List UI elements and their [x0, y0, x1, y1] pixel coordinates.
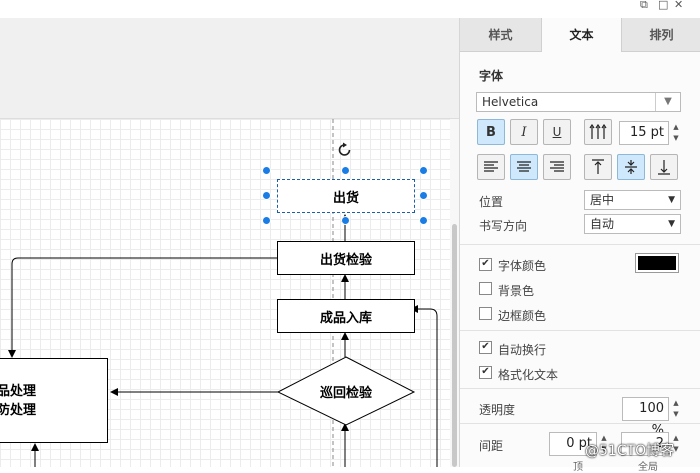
- bold-button[interactable]: B: [477, 119, 505, 145]
- align-middle-button[interactable]: [617, 154, 645, 180]
- restore-window-icon[interactable]: ⧉: [640, 0, 648, 10]
- tab-text[interactable]: 文本: [541, 18, 622, 52]
- font-family-dropdown-icon[interactable]: ▼: [655, 93, 680, 111]
- font-color-swatch[interactable]: [635, 253, 679, 273]
- font-color-swatch-fill: [638, 256, 676, 270]
- border-color-label: 边框颜色: [498, 309, 547, 323]
- stepper-up-icon[interactable]: ▲: [670, 398, 682, 409]
- node-shipping-inspection-label: 出货检验: [319, 252, 372, 268]
- underline-icon: U: [552, 125, 562, 139]
- opacity-stepper[interactable]: ▲ ▼: [670, 398, 682, 420]
- font-size-stepper[interactable]: ▲ ▼: [670, 122, 682, 144]
- align-bottom-icon: [658, 160, 670, 175]
- resize-handle-ne[interactable]: [419, 166, 428, 175]
- stepper-down-icon[interactable]: ▼: [670, 409, 682, 420]
- node-left-process[interactable]: 品处理 防处理: [0, 358, 108, 443]
- align-top-button[interactable]: [584, 154, 612, 180]
- italic-button[interactable]: I: [510, 119, 538, 145]
- writing-direction-label: 书写方向: [479, 219, 528, 233]
- align-right-button[interactable]: [543, 154, 571, 180]
- bold-icon: B: [486, 124, 496, 140]
- spacing-label: 间距: [479, 439, 504, 453]
- canvas-header-area: [0, 18, 459, 119]
- formatted-text-label: 格式化文本: [498, 368, 559, 382]
- align-center-icon: [517, 161, 531, 172]
- tab-arrange[interactable]: 排列: [622, 18, 700, 52]
- section-divider: [460, 388, 700, 389]
- format-tabs: 样式 文本 排列: [460, 18, 700, 52]
- resize-handle-n[interactable]: [341, 166, 350, 175]
- close-window-icon[interactable]: ✕: [674, 0, 683, 10]
- align-top-icon: [592, 159, 604, 174]
- align-right-icon: [550, 161, 564, 172]
- resize-handle-sw[interactable]: [262, 216, 271, 225]
- node-shipping[interactable]: 出货: [277, 179, 415, 213]
- section-divider: [460, 330, 700, 331]
- opacity-input[interactable]: 100 %: [622, 397, 669, 438]
- align-left-icon: [484, 161, 498, 172]
- font-color-checkbox[interactable]: ✔: [479, 258, 492, 271]
- tab-style[interactable]: 样式: [460, 18, 541, 52]
- section-divider: [460, 423, 700, 424]
- canvas-scrollbar[interactable]: [450, 119, 459, 467]
- node-shipping-inspection[interactable]: 出货检验: [277, 241, 415, 275]
- align-left-button[interactable]: [477, 154, 505, 180]
- align-center-button[interactable]: [510, 154, 538, 180]
- section-divider: [460, 244, 700, 245]
- title-bar: ⧉ □ ✕: [0, 0, 700, 18]
- canvas-scrollbar-thumb[interactable]: [452, 224, 457, 467]
- opacity-label: 透明度: [479, 403, 516, 417]
- resize-handle-nw[interactable]: [262, 166, 271, 175]
- align-middle-icon: [625, 160, 637, 174]
- underline-button[interactable]: U: [543, 119, 571, 145]
- font-color-label: 字体颜色: [498, 259, 547, 273]
- watermark: @51CTO博客: [585, 443, 675, 459]
- node-left-process-line2: 防处理: [0, 402, 37, 418]
- node-finished-storage[interactable]: 成品入库: [277, 299, 415, 333]
- align-bottom-button[interactable]: [650, 154, 678, 180]
- writing-direction-dropdown-icon: ▼: [668, 219, 675, 229]
- vertical-text-icon: [589, 124, 607, 139]
- word-wrap-checkbox[interactable]: ✔: [479, 341, 492, 354]
- rotate-handle-icon[interactable]: [336, 141, 354, 159]
- position-label: 位置: [479, 195, 504, 209]
- spacing-global-caption: 全局: [638, 462, 658, 473]
- stepper-down-icon[interactable]: ▼: [670, 133, 682, 144]
- position-dropdown-icon: ▼: [668, 195, 675, 205]
- resize-handle-e[interactable]: [419, 191, 428, 200]
- background-color-label: 背景色: [498, 284, 535, 298]
- node-left-process-line1: 品处理: [0, 383, 37, 399]
- node-finished-storage-label: 成品入库: [319, 310, 372, 326]
- diagram-canvas[interactable]: 出货 出货检验 成品入库 巡回检验 品处理 防处理: [0, 119, 450, 467]
- font-family-select[interactable]: Helvetica ▼: [476, 92, 681, 112]
- spacing-top-caption: 顶: [573, 462, 583, 473]
- word-wrap-label: 自动换行: [498, 343, 547, 357]
- font-size-toggle-button[interactable]: [584, 119, 612, 145]
- font-family-value: Helvetica: [482, 95, 539, 109]
- border-color-checkbox[interactable]: [479, 307, 492, 320]
- italic-icon: I: [521, 124, 527, 140]
- maximize-window-icon[interactable]: □: [658, 0, 668, 10]
- node-shipping-label: 出货: [332, 190, 359, 206]
- formatted-text-checkbox[interactable]: ✔: [479, 366, 492, 379]
- format-panel: 样式 文本 排列 字体 Helvetica ▼ B I U 15 pt ▲ ▼ 位…: [459, 18, 700, 473]
- position-select[interactable]: 居中 ▼: [584, 190, 681, 210]
- resize-handle-se[interactable]: [419, 216, 428, 225]
- position-value: 居中: [590, 193, 615, 207]
- background-color-checkbox[interactable]: [479, 282, 492, 295]
- font-size-input[interactable]: 15 pt: [619, 121, 669, 145]
- writing-direction-select[interactable]: 自动 ▼: [584, 214, 681, 234]
- stepper-up-icon[interactable]: ▲: [670, 122, 682, 133]
- font-section-label: 字体: [479, 69, 504, 83]
- connector-inspection-to-left: [8, 257, 277, 358]
- resize-handle-s[interactable]: [341, 216, 350, 225]
- writing-direction-value: 自动: [590, 217, 615, 231]
- node-patrol-inspection-label: 巡回检验: [319, 386, 372, 401]
- resize-handle-w[interactable]: [262, 191, 271, 200]
